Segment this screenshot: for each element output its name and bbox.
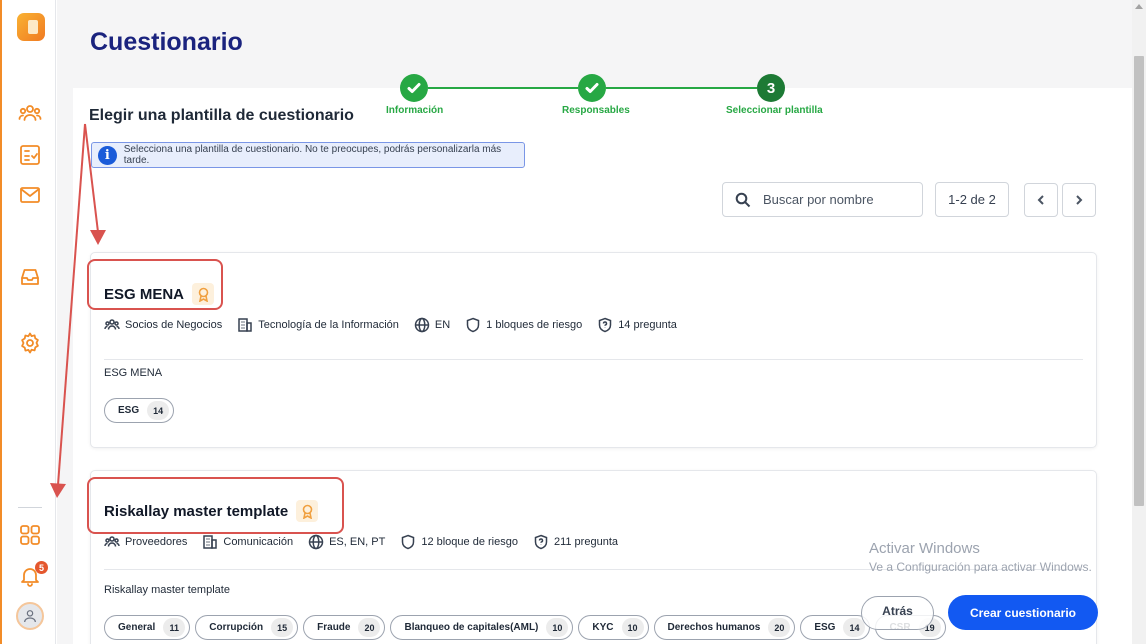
annotation-highlight xyxy=(87,259,223,310)
tag-chip[interactable]: ESG 14 xyxy=(800,615,871,640)
page-scrollbar[interactable] xyxy=(1132,0,1146,644)
inbox-icon[interactable] xyxy=(16,263,44,291)
users-icon xyxy=(104,536,120,547)
template-description: ESG MENA xyxy=(104,367,163,379)
checklist-icon[interactable] xyxy=(16,141,44,169)
shield-icon xyxy=(466,317,480,333)
mail-icon[interactable] xyxy=(16,181,44,209)
tag-chip[interactable]: General 11 xyxy=(104,615,191,640)
meta-questions: 211 pregunta xyxy=(533,534,618,550)
info-banner: i Selecciona una plantilla de cuestionar… xyxy=(91,142,525,168)
windows-activation-watermark: Activar Windows Ve a Configuración para … xyxy=(869,540,1092,574)
annotation-highlight xyxy=(87,477,344,534)
back-button[interactable]: Atrás xyxy=(861,596,934,630)
search-icon xyxy=(735,192,751,207)
avatar[interactable] xyxy=(16,602,44,630)
notification-badge: 5 xyxy=(35,561,48,574)
step-2-done-icon xyxy=(578,74,606,102)
meta-languages: ES, EN, PT xyxy=(308,534,385,550)
meta-audience: Socios de Negocios xyxy=(104,317,222,333)
template-meta: Socios de Negocios Tecnología de la Info… xyxy=(104,317,692,333)
section-title: Elegir una plantilla de cuestionario xyxy=(89,107,354,124)
gear-icon[interactable] xyxy=(16,329,44,357)
search-box[interactable] xyxy=(722,182,923,217)
chevron-right-icon xyxy=(1076,195,1083,205)
step-label-informacion: Información xyxy=(386,105,444,116)
tag-chip[interactable]: Fraude 20 xyxy=(303,615,386,640)
step-3-current: 3 xyxy=(757,74,785,102)
template-meta: Proveedores Comunicación ES, EN, PT 12 b… xyxy=(104,534,633,550)
tag-chip[interactable]: Blanqueo de capitales(AML) 10 xyxy=(390,615,574,640)
pagination-range: 1-2 de 2 xyxy=(935,182,1009,217)
users-icon[interactable] xyxy=(16,99,44,127)
create-questionnaire-button[interactable]: Crear cuestionario xyxy=(948,595,1098,630)
chevron-left-icon xyxy=(1037,195,1044,205)
tag-chip[interactable]: KYC 10 xyxy=(578,615,649,640)
shield-question-icon xyxy=(598,317,612,333)
shield-question-icon xyxy=(534,534,548,550)
step-label-responsables: Responsables xyxy=(562,105,630,116)
template-tags: ESG 14 xyxy=(104,398,179,423)
tag-chip[interactable]: ESG 14 xyxy=(104,398,175,423)
apps-grid-icon[interactable] xyxy=(16,521,44,549)
meta-blocks: 1 bloques de riesgo xyxy=(465,317,582,333)
tag-chip[interactable]: Corrupción 15 xyxy=(195,615,299,640)
globe-icon xyxy=(308,534,324,550)
app-logo[interactable] xyxy=(17,13,45,41)
scrollbar-thumb[interactable] xyxy=(1134,56,1144,506)
page-title: Cuestionario xyxy=(90,28,243,56)
meta-sector: Tecnología de la Información xyxy=(237,317,399,333)
step-connector xyxy=(428,87,578,89)
sidebar: 5 xyxy=(0,0,56,644)
template-tags: General 11 Corrupción 15 Fraude 20 Blanqueo… xyxy=(104,615,951,640)
step-1-done-icon xyxy=(400,74,428,102)
meta-languages: EN xyxy=(414,317,450,333)
building-icon xyxy=(238,318,252,332)
building-icon xyxy=(203,535,218,549)
users-icon xyxy=(104,319,120,330)
step-connector xyxy=(606,87,757,89)
card-divider xyxy=(104,359,1083,360)
globe-icon xyxy=(414,317,430,333)
scroll-up-arrow-icon[interactable] xyxy=(1135,4,1143,9)
meta-audience: Proveedores xyxy=(104,534,187,550)
prev-page-button[interactable] xyxy=(1024,183,1058,217)
meta-sector: Comunicación xyxy=(202,534,293,550)
sidebar-divider xyxy=(18,507,42,508)
meta-blocks: 12 bloque de riesgo xyxy=(400,534,518,550)
next-page-button[interactable] xyxy=(1062,183,1096,217)
template-card-esg-mena[interactable]: ESG MENA Socios de Negocios Tecnología d… xyxy=(90,252,1097,448)
tag-chip[interactable]: Derechos humanos 20 xyxy=(653,615,796,640)
shield-icon xyxy=(402,534,415,550)
search-input[interactable] xyxy=(763,192,903,207)
info-text: Selecciona una plantilla de cuestionario… xyxy=(123,144,502,166)
template-description: Riskallay master template xyxy=(104,584,230,596)
step-label-seleccionar-plantilla: Seleccionar plantilla xyxy=(726,105,823,116)
meta-questions: 14 pregunta xyxy=(597,317,677,333)
info-icon: i xyxy=(98,145,117,165)
